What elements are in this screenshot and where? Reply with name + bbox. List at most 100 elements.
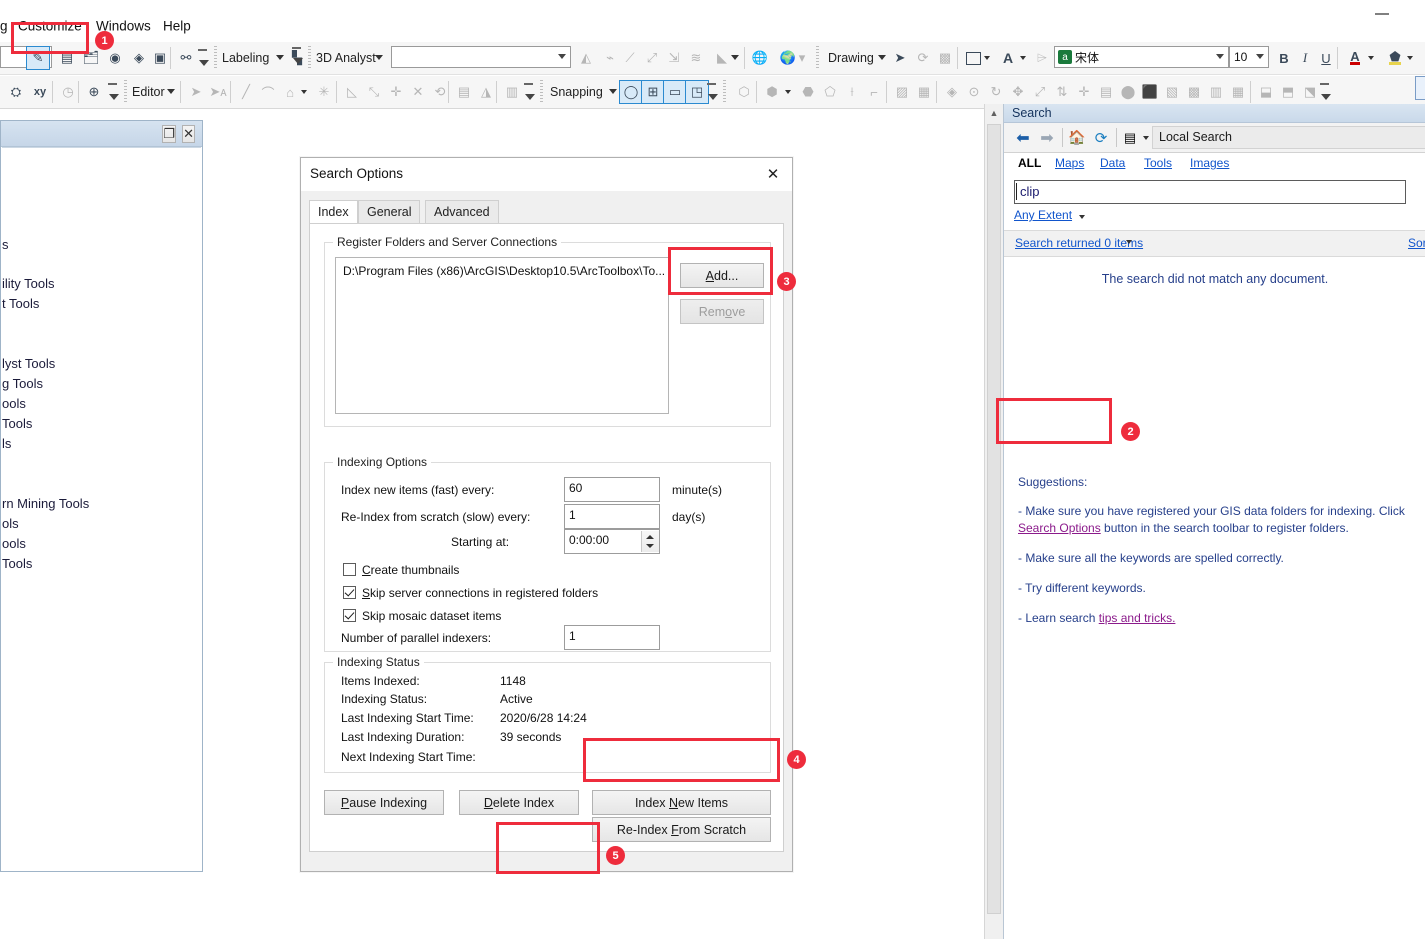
reindex-from-scratch-button[interactable]: Re-Index From Scratch — [592, 817, 771, 842]
topology-chevron-down-icon[interactable] — [782, 80, 794, 104]
drawing-menu-label[interactable]: Drawing — [828, 51, 874, 65]
labeling-chevron-down-icon[interactable] — [276, 55, 284, 60]
search-go-icon[interactable] — [1415, 76, 1425, 100]
labeling-menu-label[interactable]: Labeling — [222, 51, 269, 65]
home-icon[interactable]: 🏠 — [1066, 127, 1088, 148]
text-color-chevron-down-icon[interactable] — [1365, 46, 1377, 70]
list-item[interactable]: ools — [2, 536, 26, 551]
list-item[interactable]: lyst Tools — [2, 356, 55, 371]
arcscene-chevron-down-icon[interactable] — [731, 55, 739, 60]
straight-segment-icon[interactable]: ╱ — [234, 80, 258, 104]
list-item[interactable]: ols — [2, 516, 19, 531]
edit-tool-icon[interactable]: ➤ — [184, 80, 208, 104]
search-options-link[interactable]: Search Options — [1018, 521, 1101, 535]
model-builder-icon[interactable]: ⚯ — [174, 46, 198, 70]
tab-tools[interactable]: Tools — [1144, 156, 1172, 170]
intersection-icon[interactable]: ✛ — [384, 80, 408, 104]
refresh-icon[interactable]: ⟳ — [1090, 127, 1112, 148]
registered-folders-listbox[interactable]: D:\Program Files (x86)\ArcGIS\Desktop10.… — [335, 257, 669, 414]
line-of-sight-icon[interactable]: ⤢ — [640, 46, 664, 70]
console-icon[interactable]: ▣ — [148, 46, 172, 70]
shift-icon[interactable]: ✥ — [1006, 80, 1030, 104]
reshape-edge-icon[interactable]: ⌐ — [862, 80, 886, 104]
results-chevron-down-icon[interactable] — [1126, 240, 1132, 244]
results-count-label[interactable]: Search returned 0 items — [1015, 236, 1143, 250]
steepest-path-icon[interactable]: ⇲ — [662, 46, 686, 70]
index-new-items-button[interactable]: Index New Items — [592, 790, 771, 815]
sketch-properties-icon[interactable]: ◮ — [474, 80, 498, 104]
georef-icon[interactable]: ◈ — [940, 80, 964, 104]
attributes-icon[interactable]: ▤ — [452, 80, 476, 104]
auto-adjust-icon[interactable]: ⬤ — [1116, 80, 1140, 104]
back-arrow-icon[interactable]: ⬅ — [1012, 127, 1034, 148]
select-topology-icon[interactable]: ⬢ — [760, 80, 784, 104]
list-item[interactable]: D:\Program Files (x86)\ArcGIS\Desktop10.… — [343, 264, 665, 278]
edit-sketch-icon[interactable]: ▥ — [500, 80, 524, 104]
underline-button[interactable]: U — [1314, 46, 1338, 70]
analyst3d-chevron-down-icon[interactable] — [375, 55, 383, 60]
list-item[interactable]: g Tools — [2, 376, 43, 391]
toolbar-labeling-overflow-button[interactable] — [292, 46, 303, 66]
reindex-scratch-input[interactable]: 1 — [564, 504, 660, 529]
drawing-chevron-down-icon[interactable] — [878, 55, 886, 60]
rotate-link-icon[interactable]: ↻ — [984, 80, 1008, 104]
map-vertical-scrollbar[interactable]: ▲ — [984, 104, 1003, 939]
tab-all[interactable]: ALL — [1018, 156, 1041, 170]
distance-icon[interactable]: ⤡ — [362, 80, 386, 104]
analyst3d-layer-combo[interactable] — [391, 46, 571, 68]
contour-icon[interactable]: ≋ — [684, 46, 708, 70]
construct-polygons-icon[interactable]: ⬠ — [818, 80, 842, 104]
fill-shape-chevron-down-icon[interactable] — [981, 46, 993, 70]
modify-edge-icon[interactable]: ⟊ — [840, 80, 864, 104]
flip-icon[interactable]: ⇅ — [1050, 80, 1074, 104]
add-xy-icon[interactable]: xy — [28, 80, 52, 104]
maximize-icon[interactable]: ❐ — [162, 125, 176, 143]
delete-index-button[interactable]: Delete Index — [459, 790, 579, 815]
tab-advanced[interactable]: Advanced — [425, 200, 499, 224]
transform-icon[interactable]: ⬛ — [1138, 80, 1162, 104]
tab-maps[interactable]: Maps — [1055, 156, 1084, 170]
add-control-point-icon[interactable]: ✛ — [1072, 80, 1096, 104]
edit-shape-icon[interactable]: ⌲ — [1030, 46, 1054, 70]
tab-data[interactable]: Data — [1100, 156, 1125, 170]
list-item[interactable]: rn Mining Tools — [2, 496, 89, 511]
mid-point-icon[interactable]: ✳ — [312, 80, 336, 104]
list-item[interactable]: s — [2, 237, 9, 252]
point-snap-icon[interactable]: ◯ — [619, 80, 643, 104]
layers-icon[interactable]: 🗂 — [79, 46, 103, 70]
extent-filter[interactable]: Any Extent — [1014, 208, 1086, 222]
scale-icon[interactable]: ⤢ — [1028, 80, 1052, 104]
list-options-icon[interactable]: ▤ — [1120, 127, 1140, 148]
edge-snap-icon[interactable]: ⊞ — [641, 80, 665, 104]
tab-general[interactable]: General — [358, 200, 421, 224]
pause-indexing-button[interactable]: Pause Indexing — [324, 790, 444, 815]
chevron-down-icon[interactable] — [1140, 127, 1152, 148]
minimize-icon[interactable] — [1375, 13, 1389, 15]
tab-index[interactable]: Index — [309, 200, 358, 224]
fill-color-chevron-down-icon[interactable] — [1404, 46, 1416, 70]
edit-vertices-icon[interactable]: ✎ — [26, 46, 50, 70]
group-icon[interactable]: ▩ — [933, 46, 957, 70]
search-input[interactable]: clip — [1014, 180, 1406, 204]
menu-item-help[interactable]: Help — [163, 19, 191, 34]
analyst3d-menu-label[interactable]: 3D Analyst — [316, 51, 376, 65]
list-item[interactable]: Tools — [2, 556, 32, 571]
zoom-in-icon[interactable]: ⊕ — [82, 80, 106, 104]
close-icon[interactable]: ✕ — [182, 125, 195, 143]
parallel-indexers-input[interactable]: 1 — [564, 625, 660, 650]
toolbar2-overflow-button[interactable] — [108, 82, 119, 102]
rectify-icon[interactable]: ▧ — [1160, 80, 1184, 104]
search-scope-value[interactable]: Local Search — [1152, 126, 1425, 149]
attribute-table-icon[interactable]: ▤ — [55, 46, 79, 70]
stepper-up-icon[interactable] — [646, 535, 654, 539]
show-shared-icon[interactable]: ⬣ — [796, 80, 820, 104]
tips-and-tricks-link[interactable]: tips and tricks. — [1099, 611, 1176, 625]
layer-link-icon[interactable]: ⊙ — [962, 80, 986, 104]
end-snap-icon[interactable]: ◳ — [685, 80, 709, 104]
construct-points-icon[interactable]: ◺ — [340, 80, 364, 104]
list-item[interactable]: ools — [2, 396, 26, 411]
rotate-icon[interactable]: ⟳ — [911, 46, 935, 70]
close-icon[interactable]: ✕ — [760, 163, 786, 185]
text-color-icon[interactable]: A — [1343, 46, 1367, 70]
distributed-geodb-icon[interactable]: ⬓ — [1254, 80, 1278, 104]
